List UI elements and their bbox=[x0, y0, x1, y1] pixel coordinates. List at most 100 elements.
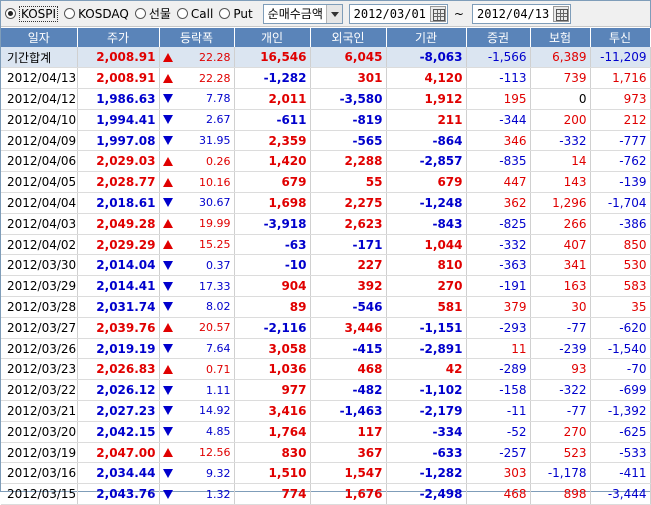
foreign-cell: 6,045 bbox=[310, 47, 387, 69]
radio-put[interactable]: Put bbox=[219, 4, 253, 24]
institution-cell: -2,857 bbox=[386, 150, 467, 173]
date-to-field[interactable]: 2012/04/13 bbox=[471, 3, 572, 24]
table-row[interactable]: 2012/03/15 2,043.76 1.32 774 1,676 -2,498 468 8… bbox=[1, 483, 651, 505]
date-cell: 2012/03/16 bbox=[1, 462, 78, 485]
radio-label[interactable]: 선물 bbox=[149, 5, 171, 22]
trust-cell: -411 bbox=[590, 462, 651, 485]
change-value: 1.32 bbox=[206, 487, 231, 501]
radio-dot-icon[interactable] bbox=[5, 8, 16, 19]
radio-dot-icon[interactable] bbox=[176, 8, 188, 19]
table-row[interactable]: 2012/03/22 2,026.12 1.11 977 -482 -1,102 -158-… bbox=[1, 379, 651, 402]
column-header-individual[interactable]: 개인 bbox=[234, 28, 311, 47]
foreign-cell: 227 bbox=[310, 254, 387, 277]
individual-cell: -611 bbox=[234, 109, 311, 131]
change-value: 7.78 bbox=[206, 92, 231, 106]
mode-select[interactable]: 순매수금액 bbox=[262, 3, 343, 24]
radio-label[interactable]: Put bbox=[233, 7, 252, 21]
trust-cell: -386 bbox=[590, 213, 651, 235]
change-cell: 20.57 bbox=[159, 317, 235, 339]
table-row[interactable]: 2012/03/29 2,014.41 17.33 904 392 270 -191 163 5… bbox=[1, 275, 651, 298]
foreign-cell: -819 bbox=[310, 109, 387, 131]
table-row[interactable]: 2012/03/20 2,042.15 4.85 1,764 117 -334 -52 270… bbox=[1, 421, 651, 443]
radio-kospi[interactable]: KOSPI bbox=[5, 4, 59, 24]
date-cell: 2012/04/05 bbox=[1, 171, 78, 194]
table-row[interactable]: 2012/04/02 2,029.29 15.25 -63 -171 1,044 -332 4… bbox=[1, 234, 651, 256]
change-value: 14.92 bbox=[199, 404, 231, 418]
table-row[interactable]: 2012/04/09 1,997.08 31.95 2,359 -565 -864 346-… bbox=[1, 130, 651, 152]
individual-cell: 89 bbox=[234, 296, 311, 318]
table-row[interactable]: 2012/03/16 2,034.44 9.32 1,510 1,547 -1,282 30… bbox=[1, 462, 651, 485]
radio-label[interactable]: KOSPI bbox=[19, 5, 59, 22]
radio-label[interactable]: Call bbox=[191, 7, 213, 21]
column-header-price[interactable]: 주가 bbox=[77, 28, 160, 47]
date-to-value[interactable]: 2012/04/13 bbox=[473, 7, 553, 21]
change-value: 22.28 bbox=[199, 71, 231, 85]
column-header-change[interactable]: 등락폭 bbox=[159, 28, 235, 47]
insurance-cell: -332 bbox=[530, 130, 591, 152]
column-header-foreign[interactable]: 외국인 bbox=[310, 28, 387, 47]
foreign-cell: 117 bbox=[310, 421, 387, 443]
calendar-icon[interactable] bbox=[429, 5, 446, 22]
table-row[interactable]: 2012/04/05 2,028.77 10.16 679 55 679 447 143 -13… bbox=[1, 171, 651, 194]
calendar-icon[interactable] bbox=[553, 5, 570, 22]
change-cell: 4.85 bbox=[159, 421, 235, 443]
radio-선물[interactable]: 선물 bbox=[134, 4, 171, 24]
table-row[interactable]: 2012/04/10 1,994.41 2.67 -611 -819 211 -344 200… bbox=[1, 109, 651, 131]
radio-kosdaq[interactable]: KOSDAQ bbox=[64, 4, 129, 24]
radio-call[interactable]: Call bbox=[176, 4, 213, 24]
individual-cell: 1,764 bbox=[234, 421, 311, 443]
radio-dot-icon[interactable] bbox=[134, 8, 146, 19]
table-row[interactable]: 2012/04/04 2,018.61 30.67 1,698 2,275 -1,248 3… bbox=[1, 192, 651, 214]
date-cell: 2012/03/20 bbox=[1, 421, 78, 443]
table-row[interactable]: 2012/03/28 2,031.74 8.02 89 -546 581 379 30 35 bbox=[1, 296, 651, 318]
change-value: 1.11 bbox=[206, 383, 231, 397]
foreign-cell: 1,547 bbox=[310, 462, 387, 485]
column-header-date[interactable]: 일자 bbox=[1, 28, 78, 47]
foreign-cell: 3,446 bbox=[310, 317, 387, 339]
down-triangle-icon bbox=[162, 115, 173, 125]
table-row[interactable]: 2012/04/03 2,049.28 19.99 -3,918 2,623 -843 -8… bbox=[1, 213, 651, 235]
change-value: 8.02 bbox=[206, 300, 231, 314]
column-header-trust[interactable]: 투신 bbox=[590, 28, 651, 47]
table-row[interactable]: 2012/03/30 2,014.04 0.37 -10 227 810 -363 341 53… bbox=[1, 254, 651, 277]
trust-cell: 1,716 bbox=[590, 67, 651, 90]
individual-cell: 774 bbox=[234, 483, 311, 505]
column-header-securities[interactable]: 증권 bbox=[466, 28, 531, 47]
securities-cell: 379 bbox=[466, 296, 531, 318]
securities-cell: 303 bbox=[466, 462, 531, 485]
institution-cell: 1,912 bbox=[386, 88, 467, 110]
trust-cell: -1,704 bbox=[590, 192, 651, 214]
foreign-cell: -565 bbox=[310, 130, 387, 152]
table-row[interactable]: 2012/03/21 2,027.23 14.92 3,416 -1,463 -2,179… bbox=[1, 400, 651, 422]
radio-dot-icon[interactable] bbox=[64, 8, 76, 19]
insurance-cell: 0 bbox=[530, 88, 591, 110]
date-cell: 2012/03/23 bbox=[1, 358, 78, 381]
institution-cell: 810 bbox=[386, 254, 467, 277]
column-header-insurance[interactable]: 보험 bbox=[530, 28, 591, 47]
insurance-cell: 523 bbox=[530, 442, 591, 464]
securities-cell: -825 bbox=[466, 213, 531, 235]
radio-dot-icon[interactable] bbox=[219, 8, 231, 19]
price-cell: 1,986.63 bbox=[77, 88, 160, 110]
date-from-value[interactable]: 2012/03/01 bbox=[350, 7, 430, 21]
column-header-institution[interactable]: 기관 bbox=[386, 28, 467, 47]
securities-cell: 11 bbox=[466, 338, 531, 360]
date-from-field[interactable]: 2012/03/01 bbox=[348, 3, 448, 24]
institution-cell: 679 bbox=[386, 171, 467, 194]
securities-cell: 195 bbox=[466, 88, 531, 110]
table-row[interactable]: 2012/03/26 2,019.19 7.64 3,058 -415 -2,891 11-… bbox=[1, 338, 651, 360]
change-value: 0.26 bbox=[206, 154, 231, 168]
chevron-down-icon[interactable] bbox=[325, 4, 342, 23]
table-row[interactable]: 2012/03/19 2,047.00 12.56 830 367 -633 -257 523… bbox=[1, 442, 651, 464]
radio-label[interactable]: KOSDAQ bbox=[78, 7, 129, 21]
insurance-cell: -239 bbox=[530, 338, 591, 360]
table-row[interactable]: 2012/04/06 2,029.03 0.26 1,420 2,288 -2,857 -8… bbox=[1, 150, 651, 173]
table-row[interactable]: 2012/03/23 2,026.83 0.71 1,036 468 42 -289 93 -7… bbox=[1, 358, 651, 381]
table-row[interactable]: 2012/04/12 1,986.63 7.78 2,011 -3,580 1,912 19… bbox=[1, 88, 651, 110]
table-row[interactable]: 2012/03/27 2,039.76 20.57 -2,116 3,446 -1,151… bbox=[1, 317, 651, 339]
price-cell: 1,994.41 bbox=[77, 109, 160, 131]
table-row[interactable]: 2012/04/13 2,008.91 22.28 -1,282 301 4,120 -11… bbox=[1, 67, 651, 90]
summary-row[interactable]: 기간합계 2,008.91 22.28 16,546 6,045 -8,063 -1,566… bbox=[1, 47, 651, 69]
insurance-cell: -322 bbox=[530, 379, 591, 402]
up-triangle-icon bbox=[162, 364, 173, 374]
